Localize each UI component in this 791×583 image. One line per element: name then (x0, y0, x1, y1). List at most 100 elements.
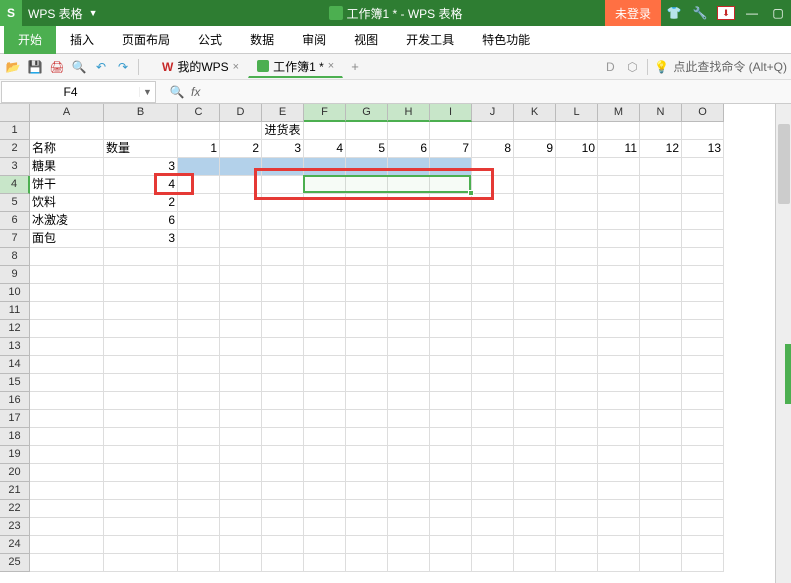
cell-K6[interactable] (514, 212, 556, 230)
cell-M10[interactable] (598, 284, 640, 302)
cell-D15[interactable] (220, 374, 262, 392)
fx-label[interactable]: fx (191, 85, 200, 99)
cell-F20[interactable] (304, 464, 346, 482)
cell-B21[interactable] (104, 482, 178, 500)
cell-E24[interactable] (262, 536, 304, 554)
cell-D16[interactable] (220, 392, 262, 410)
cell-E8[interactable] (262, 248, 304, 266)
cell-O25[interactable] (682, 554, 724, 572)
cell-H21[interactable] (388, 482, 430, 500)
cell-M16[interactable] (598, 392, 640, 410)
cell-A22[interactable] (30, 500, 104, 518)
cell-L25[interactable] (556, 554, 598, 572)
cell-A19[interactable] (30, 446, 104, 464)
cell-E13[interactable] (262, 338, 304, 356)
cell-H8[interactable] (388, 248, 430, 266)
row-header-5[interactable]: 5 (0, 194, 30, 212)
cell-M20[interactable] (598, 464, 640, 482)
cell-E17[interactable] (262, 410, 304, 428)
row-header-16[interactable]: 16 (0, 392, 30, 410)
cell-H7[interactable] (388, 230, 430, 248)
cell-K22[interactable] (514, 500, 556, 518)
cell-O14[interactable] (682, 356, 724, 374)
cell-O24[interactable] (682, 536, 724, 554)
cell-L5[interactable] (556, 194, 598, 212)
cell-F21[interactable] (304, 482, 346, 500)
cell-G22[interactable] (346, 500, 388, 518)
cell-B5[interactable]: 2 (104, 194, 178, 212)
column-header-N[interactable]: N (640, 104, 682, 122)
cell-D25[interactable] (220, 554, 262, 572)
cell-E12[interactable] (262, 320, 304, 338)
cell-L17[interactable] (556, 410, 598, 428)
cell-O11[interactable] (682, 302, 724, 320)
cell-J7[interactable] (472, 230, 514, 248)
cell-H24[interactable] (388, 536, 430, 554)
cell-L8[interactable] (556, 248, 598, 266)
cell-B14[interactable] (104, 356, 178, 374)
cell-M13[interactable] (598, 338, 640, 356)
cell-C21[interactable] (178, 482, 220, 500)
cell-L1[interactable] (556, 122, 598, 140)
cell-L19[interactable] (556, 446, 598, 464)
cell-C7[interactable] (178, 230, 220, 248)
cell-D4[interactable] (220, 176, 262, 194)
cell-H16[interactable] (388, 392, 430, 410)
cell-K2[interactable]: 9 (514, 140, 556, 158)
row-header-19[interactable]: 19 (0, 446, 30, 464)
cell-D18[interactable] (220, 428, 262, 446)
cell-M7[interactable] (598, 230, 640, 248)
row-header-14[interactable]: 14 (0, 356, 30, 374)
cell-E23[interactable] (262, 518, 304, 536)
cell-N24[interactable] (640, 536, 682, 554)
cell-F22[interactable] (304, 500, 346, 518)
cell-N11[interactable] (640, 302, 682, 320)
cell-D20[interactable] (220, 464, 262, 482)
cell-L21[interactable] (556, 482, 598, 500)
cell-E6[interactable] (262, 212, 304, 230)
column-header-H[interactable]: H (388, 104, 430, 122)
cell-C10[interactable] (178, 284, 220, 302)
cell-I14[interactable] (430, 356, 472, 374)
cell-L15[interactable] (556, 374, 598, 392)
cell-N23[interactable] (640, 518, 682, 536)
row-header-23[interactable]: 23 (0, 518, 30, 536)
cell-M18[interactable] (598, 428, 640, 446)
cell-J9[interactable] (472, 266, 514, 284)
cell-A9[interactable] (30, 266, 104, 284)
row-header-6[interactable]: 6 (0, 212, 30, 230)
side-panel-tab[interactable] (785, 344, 791, 404)
cell-H23[interactable] (388, 518, 430, 536)
cell-M9[interactable] (598, 266, 640, 284)
redo-icon[interactable]: ↷ (114, 58, 132, 76)
vertical-scrollbar[interactable] (775, 104, 791, 583)
cell-I10[interactable] (430, 284, 472, 302)
cell-M15[interactable] (598, 374, 640, 392)
cell-D24[interactable] (220, 536, 262, 554)
cell-A25[interactable] (30, 554, 104, 572)
cell-G3[interactable] (346, 158, 388, 176)
cell-H4[interactable] (388, 176, 430, 194)
cell-H10[interactable] (388, 284, 430, 302)
cell-L10[interactable] (556, 284, 598, 302)
cell-L16[interactable] (556, 392, 598, 410)
cell-K17[interactable] (514, 410, 556, 428)
cell-E2[interactable]: 3 (262, 140, 304, 158)
cell-G13[interactable] (346, 338, 388, 356)
cell-C18[interactable] (178, 428, 220, 446)
cell-M19[interactable] (598, 446, 640, 464)
cell-O8[interactable] (682, 248, 724, 266)
cell-O20[interactable] (682, 464, 724, 482)
cell-G2[interactable]: 5 (346, 140, 388, 158)
menu-special[interactable]: 特色功能 (468, 26, 544, 54)
cell-I21[interactable] (430, 482, 472, 500)
row-header-18[interactable]: 18 (0, 428, 30, 446)
login-button[interactable]: 未登录 (605, 0, 661, 26)
cell-C9[interactable] (178, 266, 220, 284)
cell-G16[interactable] (346, 392, 388, 410)
column-header-G[interactable]: G (346, 104, 388, 122)
row-header-21[interactable]: 21 (0, 482, 30, 500)
cell-L7[interactable] (556, 230, 598, 248)
cell-K16[interactable] (514, 392, 556, 410)
cell-O22[interactable] (682, 500, 724, 518)
